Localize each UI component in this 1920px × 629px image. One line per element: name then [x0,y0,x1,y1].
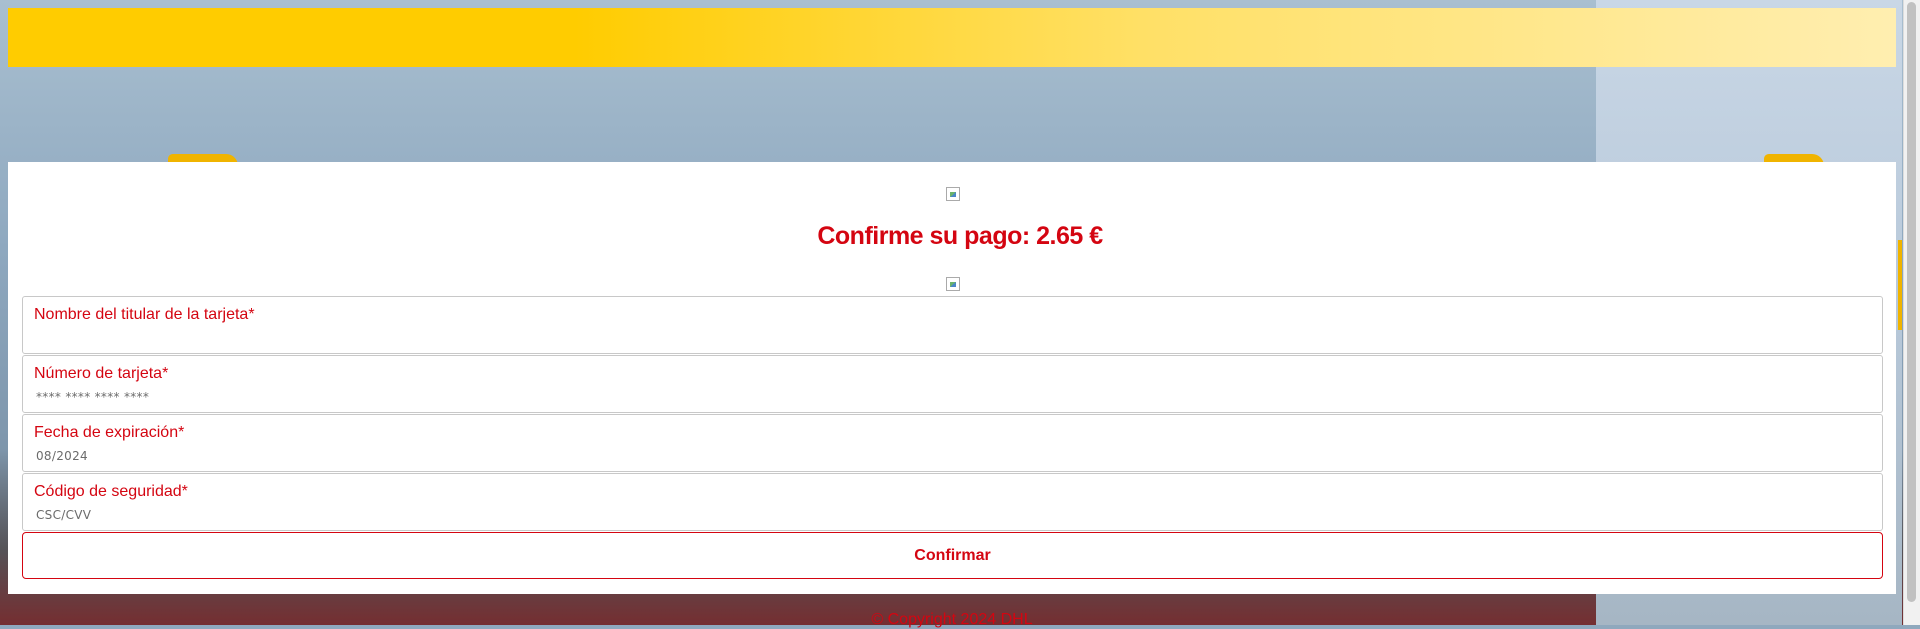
cardholder-field[interactable]: Nombre del titular de la tarjeta* [22,296,1883,354]
confirm-button[interactable]: Confirmar [22,532,1883,579]
security-code-field[interactable]: Código de seguridad* CSC/CVV [22,473,1883,531]
scrollbar-thumb[interactable] [1907,2,1916,602]
security-code-label: Código de seguridad* [34,483,188,500]
card-number-field[interactable]: Número de tarjeta* **** **** **** **** [22,355,1883,413]
payment-title: Confirme su pago: 2.65 € [817,222,1103,250]
card-brands-image-icon [946,277,960,291]
vertical-scrollbar[interactable] [1903,0,1920,625]
header-bar [8,8,1896,67]
card-number-label: Número de tarjeta* [34,365,169,382]
logo-image-icon [946,187,960,201]
expiry-field[interactable]: Fecha de expiración* 08/2024 [22,414,1883,472]
expiry-label: Fecha de expiración* [34,424,185,441]
footer-copyright: © Copyright 2024 DHL [871,611,1033,628]
cardholder-label: Nombre del titular de la tarjeta* [34,306,255,323]
card-number-input[interactable]: **** **** **** **** [36,390,149,404]
security-code-input[interactable]: CSC/CVV [36,508,91,522]
background-plane-edge [1898,240,1902,330]
expiry-input[interactable]: 08/2024 [36,449,88,463]
